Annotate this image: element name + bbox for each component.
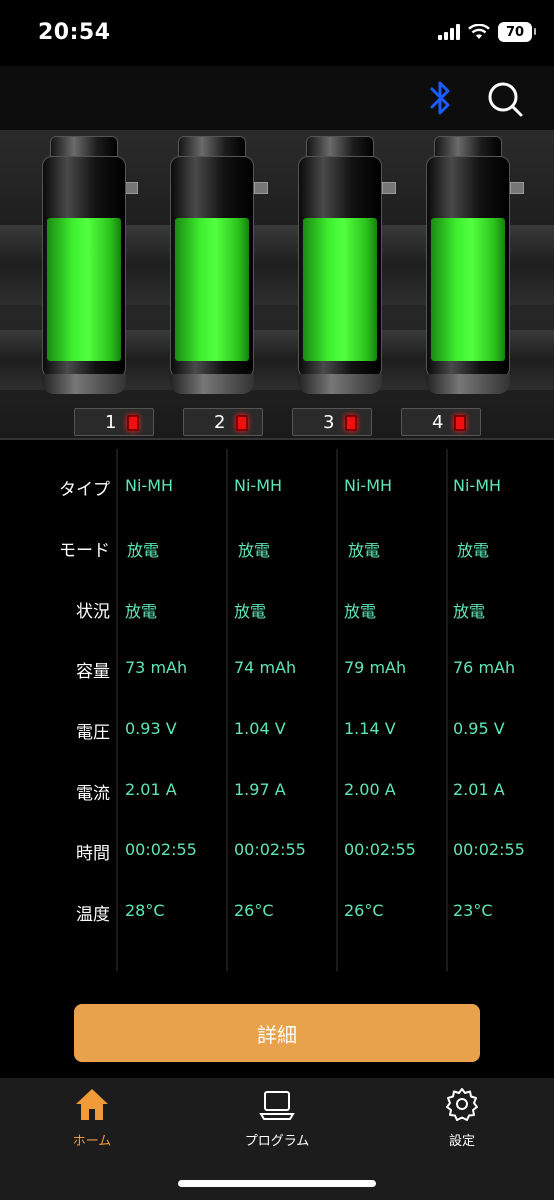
ch3-current: 2.00 A	[344, 780, 396, 799]
ch3-type: Ni-MH	[344, 476, 393, 495]
battery-cell-3	[298, 136, 382, 394]
ch2-temp: 26°C	[234, 901, 274, 920]
ch4-time: 00:02:55	[453, 840, 525, 859]
ch1-time: 00:02:55	[125, 840, 197, 859]
contact-clip	[254, 182, 268, 194]
bluetooth-icon[interactable]	[424, 78, 456, 118]
ch1-voltage: 0.93 V	[125, 719, 177, 738]
ch2-time: 00:02:55	[234, 840, 306, 859]
column-divider	[446, 449, 448, 971]
tab-home[interactable]: ホーム	[22, 1084, 162, 1149]
ch1-mode: 放電	[127, 541, 160, 560]
ch4-voltage: 0.95 V	[453, 719, 505, 738]
battery-level-fill	[175, 218, 249, 361]
ch3-temp: 26°C	[344, 901, 384, 920]
ch1-type: Ni-MH	[125, 476, 174, 495]
status-bar: 20:54 70	[0, 0, 554, 66]
battery-indicator: 70	[498, 22, 536, 42]
tab-settings[interactable]: 設定	[392, 1084, 532, 1149]
ch4-current: 2.01 A	[453, 780, 505, 799]
wifi-icon	[468, 24, 490, 39]
slot-number: 2	[214, 412, 226, 433]
ch1-state: 放電	[125, 602, 158, 621]
battery-cell-4	[426, 136, 510, 394]
ch3-mode: 放電	[348, 541, 381, 560]
battery-cell-1	[42, 136, 126, 394]
slot-led	[127, 415, 139, 431]
tab-label: ホーム	[72, 1134, 112, 1149]
slot-label-4: 4	[401, 408, 481, 436]
slot-number: 4	[432, 412, 444, 433]
ch4-capacity: 76 mAh	[453, 658, 516, 677]
home-indicator	[178, 1180, 376, 1187]
row-label-capacity: 容量	[76, 662, 110, 682]
ch2-capacity: 74 mAh	[234, 658, 297, 677]
battery-level-fill	[303, 218, 377, 361]
channel-data-table: タイプ モード 状況 容量 電圧 電流 時間 温度 Ni-MH 放電 放電 73…	[0, 445, 554, 971]
status-icons: 70	[438, 22, 536, 42]
contact-clip	[382, 182, 396, 194]
slot-label-2: 2	[183, 408, 263, 436]
top-bar	[0, 66, 554, 130]
row-label-type: タイプ	[59, 480, 110, 500]
ch4-type: Ni-MH	[453, 476, 502, 495]
contact-clip	[510, 182, 524, 194]
ch4-state: 放電	[453, 602, 486, 621]
search-icon[interactable]	[486, 80, 524, 118]
slot-led	[345, 415, 357, 431]
row-label-mode: モード	[59, 541, 110, 561]
laptop-icon	[259, 1091, 295, 1120]
slot-number: 1	[105, 412, 117, 433]
row-label-time: 時間	[76, 844, 110, 864]
battery-cell-2	[170, 136, 254, 394]
slot-led	[236, 415, 248, 431]
slot-led	[454, 415, 466, 431]
row-label-current: 電流	[76, 784, 110, 804]
ch2-mode: 放電	[238, 541, 271, 560]
cellular-signal-icon	[438, 24, 460, 40]
ch4-temp: 23°C	[453, 901, 493, 920]
ch4-mode: 放電	[457, 541, 490, 560]
tab-program[interactable]: プログラム	[207, 1084, 347, 1149]
details-button[interactable]: 詳細	[74, 1004, 480, 1062]
ch3-time: 00:02:55	[344, 840, 416, 859]
ch2-current: 1.97 A	[234, 780, 286, 799]
row-label-state: 状況	[76, 602, 110, 622]
ch2-voltage: 1.04 V	[234, 719, 286, 738]
ch2-state: 放電	[234, 602, 267, 621]
column-divider	[336, 449, 338, 971]
slot-label-1: 1	[74, 408, 154, 436]
contact-clip	[124, 182, 138, 194]
slot-label-3: 3	[292, 408, 372, 436]
ch2-type: Ni-MH	[234, 476, 283, 495]
ch1-capacity: 73 mAh	[125, 658, 188, 677]
home-icon	[76, 1089, 108, 1120]
battery-level-fill	[47, 218, 121, 361]
tab-label: 設定	[448, 1134, 475, 1149]
ch1-temp: 28°C	[125, 901, 165, 920]
charger-display: 1 2 3 4	[0, 130, 554, 440]
ch3-state: 放電	[344, 602, 377, 621]
slot-number: 3	[323, 412, 335, 433]
ch1-current: 2.01 A	[125, 780, 177, 799]
battery-level-fill	[431, 218, 505, 361]
row-label-voltage: 電圧	[76, 723, 110, 743]
ch3-voltage: 1.14 V	[344, 719, 396, 738]
row-label-temp: 温度	[76, 905, 110, 925]
tab-label: プログラム	[244, 1134, 310, 1149]
gear-icon	[446, 1088, 478, 1121]
ch3-capacity: 79 mAh	[344, 658, 407, 677]
status-time: 20:54	[38, 20, 111, 45]
column-divider	[116, 449, 118, 971]
column-divider	[226, 449, 228, 971]
